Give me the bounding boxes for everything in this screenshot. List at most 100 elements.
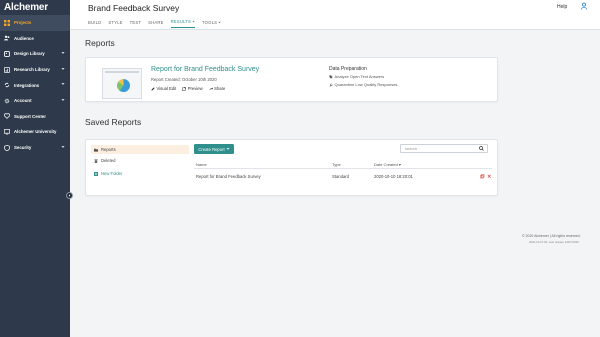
- preview-link[interactable]: Preview: [182, 86, 203, 91]
- report-thumbnail[interactable]: [102, 68, 142, 99]
- trash-icon: [94, 158, 98, 163]
- analyze-open-text-label: Analyze Open Text Answers: [334, 74, 385, 79]
- sidebar-item-label: Alchemer University: [14, 129, 57, 135]
- report-created-date: Report Created: October 10th 2020: [151, 77, 217, 82]
- chevron-down-icon: [192, 20, 195, 23]
- survey-tabs: BUILD STYLE TEST SHARE RESULTS TOOLS: [88, 19, 221, 28]
- report-row-type: Standard: [332, 174, 349, 179]
- tab-style[interactable]: STYLE: [108, 19, 122, 28]
- users-icon: [3, 35, 10, 42]
- top-header: Brand Feedback Survey BUILD STYLE TEST S…: [70, 0, 600, 30]
- analyze-open-text-link[interactable]: Analyze Open Text Answers: [329, 74, 384, 79]
- chevron-left-icon: [68, 194, 71, 197]
- report-row-date: 2020-10-10 18:20:01: [374, 174, 413, 179]
- external-link-icon: [182, 86, 187, 91]
- data-preparation-title: Data Preparation: [329, 66, 367, 72]
- sidebar-item-support-center[interactable]: Support Center: [0, 109, 70, 125]
- report-name-link[interactable]: Report for Brand Feedback Survey: [151, 66, 259, 73]
- sidebar-item-label: Audience: [14, 35, 34, 41]
- copy-icon[interactable]: [480, 174, 485, 179]
- chevron-down-icon: [226, 148, 230, 150]
- wrench-icon: [329, 83, 333, 87]
- sidebar-item-projects[interactable]: Projects: [0, 15, 70, 31]
- help-link[interactable]: Help: [557, 4, 567, 10]
- sidebar-item-integrations[interactable]: Integrations: [0, 77, 70, 93]
- share-link[interactable]: Share: [209, 86, 226, 91]
- sidebar-item-account[interactable]: Account: [0, 93, 70, 109]
- plus-icon: [94, 171, 98, 176]
- tab-label: TOOLS: [201, 19, 218, 25]
- thumbnail-header: [105, 71, 139, 73]
- sync-icon: [3, 82, 10, 89]
- shield-icon: [3, 144, 10, 151]
- action-label: Share: [214, 86, 226, 91]
- quarantine-responses-link[interactable]: Quarantine Low Quality Responses: [329, 82, 397, 87]
- action-label: Visual Edit: [156, 86, 177, 91]
- sidebar-item-security[interactable]: Security: [0, 140, 70, 156]
- folder-deleted[interactable]: Deleted: [91, 156, 189, 165]
- share-icon: [209, 86, 213, 90]
- reports-section-title: Reports: [85, 38, 115, 48]
- grid-icon: [3, 19, 10, 26]
- sidebar-item-label: Account: [14, 98, 32, 104]
- create-report-label: Create Report: [198, 146, 225, 152]
- saved-reports-section-title: Saved Reports: [85, 117, 142, 127]
- chevron-down-icon: [61, 67, 65, 72]
- chevron-down-icon: [218, 21, 221, 23]
- report-row-name[interactable]: Report for Brand Feedback Survey: [196, 174, 261, 179]
- tab-label: SHARE: [148, 19, 164, 25]
- column-header-type[interactable]: Type: [332, 162, 341, 167]
- tab-label: TEST: [129, 19, 142, 25]
- sidebar-item-design-library[interactable]: Design Library: [0, 46, 70, 62]
- sidebar-item-label: Security: [14, 145, 32, 151]
- alchemer-logo[interactable]: Alchemer: [0, 0, 70, 15]
- column-header-name[interactable]: Name: [196, 162, 207, 167]
- folder-label: Reports: [101, 147, 116, 152]
- tab-test[interactable]: TEST: [130, 19, 142, 28]
- survey-title: Brand Feedback Survey: [88, 3, 180, 13]
- report-card: Report for Brand Feedback Survey Report …: [85, 57, 498, 102]
- column-header-date[interactable]: Date Created ▾: [374, 162, 401, 167]
- gear-icon: [3, 97, 10, 104]
- folder-label: Deleted: [101, 158, 116, 163]
- chevron-down-icon: [61, 51, 65, 56]
- report-actions: Visual Edit Preview Share: [151, 86, 225, 91]
- tag-icon: [329, 74, 333, 79]
- sidebar-item-label: Design Library: [14, 51, 45, 57]
- visual-edit-link[interactable]: Visual Edit: [151, 86, 176, 91]
- action-label: Preview: [187, 86, 203, 91]
- new-folder-button[interactable]: New Folder: [91, 169, 189, 178]
- pencil-icon: [151, 86, 155, 91]
- sidebar-item-alchemer-university[interactable]: Alchemer University: [0, 124, 70, 140]
- sidebar-item-audience[interactable]: Audience: [0, 31, 70, 47]
- create-report-button[interactable]: Create Report: [194, 144, 234, 154]
- user-icon[interactable]: [580, 2, 588, 10]
- search-placeholder: search: [405, 146, 418, 151]
- tab-label: BUILD: [88, 19, 102, 25]
- sidebar: Alchemer Projects Audience Design Librar…: [0, 0, 70, 337]
- chevron-down-icon: [61, 145, 65, 150]
- footer-copyright: © 2020 Alchemer | All rights reserved.: [522, 234, 581, 238]
- tab-tools[interactable]: TOOLS: [202, 19, 221, 28]
- tab-share[interactable]: SHARE: [148, 19, 163, 28]
- monitor-icon: [3, 128, 10, 135]
- saved-reports-card: Reports Deleted New Folder Create Report…: [85, 139, 498, 196]
- sidebar-collapse-button[interactable]: [66, 192, 73, 199]
- palette-icon: [3, 50, 10, 57]
- sidebar-item-research-library[interactable]: Research Library: [0, 62, 70, 78]
- folder-reports[interactable]: Reports: [91, 145, 189, 154]
- search-input[interactable]: search: [400, 144, 488, 153]
- folder-icon: [94, 148, 98, 152]
- bar-chart-icon: [3, 66, 10, 73]
- chevron-down-icon: [61, 82, 65, 87]
- tab-label: RESULTS: [170, 19, 191, 24]
- search-icon[interactable]: [479, 146, 484, 151]
- footer-build-info: 2020-10-07.00, Last release 10/07/2020: [529, 240, 579, 244]
- sidebar-item-label: Integrations: [14, 82, 40, 88]
- tab-results[interactable]: RESULTS: [170, 19, 195, 28]
- quarantine-responses-label: Quarantine Low Quality Responses: [334, 82, 398, 87]
- sidebar-item-label: Projects: [14, 20, 32, 26]
- delete-icon[interactable]: [487, 174, 492, 179]
- tab-build[interactable]: BUILD: [88, 19, 101, 28]
- pie-chart-icon: [117, 79, 130, 92]
